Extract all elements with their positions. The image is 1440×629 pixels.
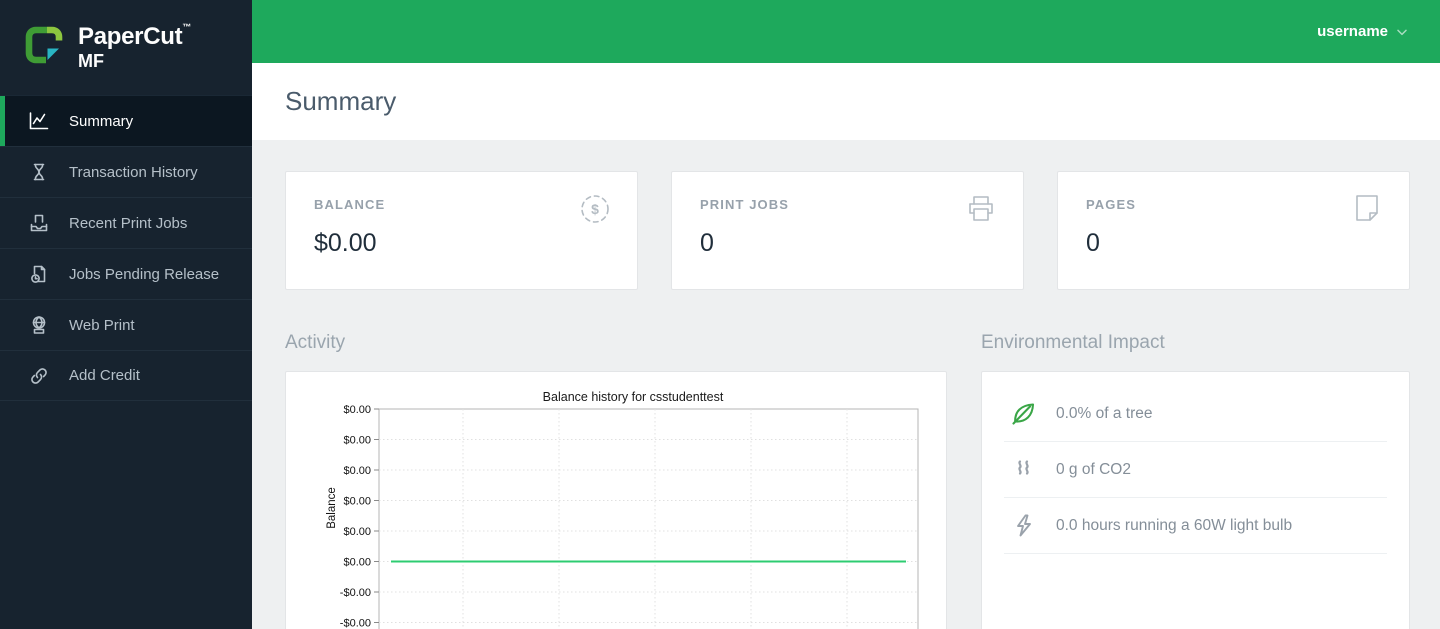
- hourglass-icon: [26, 159, 52, 185]
- y-tick-label: $0.00: [343, 496, 371, 508]
- stat-label: PAGES: [1086, 197, 1137, 212]
- env-item-text: 0 g of CO2: [1056, 460, 1131, 478]
- sidebar-item-label: Add Credit: [69, 367, 140, 384]
- chart-title: Balance history for csstudenttest: [543, 390, 724, 404]
- env-item-text: 0.0 hours running a 60W light bulb: [1056, 516, 1293, 534]
- brand-product: MF: [78, 51, 104, 71]
- papercut-logo-icon: [21, 22, 67, 73]
- page-clock-icon: [26, 261, 52, 287]
- chevron-down-icon: [1394, 24, 1410, 40]
- username: username: [1317, 23, 1388, 40]
- y-tick-label: $0.00: [343, 435, 371, 447]
- y-tick-label: $0.00: [343, 404, 371, 416]
- y-tick-label: $0.00: [343, 557, 371, 569]
- papercut-logo-text: PaperCut™ MF: [78, 22, 191, 71]
- link-icon: [26, 363, 52, 389]
- sidebar-item-label: Summary: [69, 112, 134, 130]
- page-title: Summary: [285, 86, 397, 116]
- chart-y-axis-label: Balance: [326, 487, 338, 529]
- sidebar-nav: Summary Transaction History Recent Print…: [0, 95, 252, 401]
- stat-label: BALANCE: [314, 197, 386, 212]
- env-item-tree: 0.0% of a tree: [1004, 386, 1387, 442]
- activity-heading: Activity: [285, 332, 346, 353]
- y-tick-label: -$0.00: [340, 618, 371, 629]
- bolt-icon: [1010, 512, 1037, 539]
- sidebar: PaperCut™ MF Summary Transaction History: [0, 0, 252, 629]
- content: BALANCE $ $0.00 PRINT JOBS 0 PAGES 0 Act…: [252, 140, 1440, 629]
- env-item-text: 0.0% of a tree: [1056, 404, 1153, 422]
- pages-card: PAGES 0: [1057, 171, 1410, 290]
- papercut-app: PaperCut™ MF Summary Transaction History: [0, 0, 1440, 629]
- environmental-impact-card: 0.0% of a tree 0 g of CO2 0.0 hours runn…: [981, 371, 1410, 629]
- page-icon: [1349, 191, 1385, 227]
- sidebar-item-summary[interactable]: Summary: [0, 95, 252, 146]
- activity-section: Activity Balance history for csstudentte…: [285, 332, 947, 629]
- stat-label: PRINT JOBS: [700, 197, 790, 212]
- sidebar-item-recent-print-jobs[interactable]: Recent Print Jobs: [0, 197, 252, 248]
- co2-icon: [1010, 456, 1037, 483]
- stat-cards-row: BALANCE $ $0.00 PRINT JOBS 0 PAGES 0: [285, 171, 1410, 290]
- sidebar-item-label: Recent Print Jobs: [69, 214, 188, 232]
- dollar-circle-icon: $: [577, 191, 613, 227]
- y-tick-label: -$0.00: [340, 587, 371, 599]
- sidebar-item-web-print[interactable]: Web Print: [0, 299, 252, 350]
- brand-trademark: ™: [182, 22, 191, 32]
- topbar: username: [252, 0, 1440, 63]
- print-tray-icon: [26, 210, 52, 236]
- balance-card: BALANCE $ $0.00: [285, 171, 638, 290]
- line-chart-icon: [26, 108, 52, 134]
- papercut-logo: PaperCut™ MF: [0, 0, 252, 95]
- balance-history-chart: Balance history for csstudenttest $0.00 …: [326, 390, 919, 629]
- user-menu[interactable]: username: [1317, 23, 1410, 40]
- lower-sections: Activity Balance history for csstudentte…: [285, 332, 1410, 629]
- page-header: Summary: [252, 63, 1440, 140]
- balance-history-chart-card: Balance history for csstudenttest $0.00 …: [285, 371, 947, 629]
- environmental-impact-heading: Environmental Impact: [981, 332, 1165, 353]
- sidebar-item-label: Web Print: [69, 316, 135, 334]
- env-item-energy: 0.0 hours running a 60W light bulb: [1004, 498, 1387, 554]
- brand-name: PaperCut: [78, 23, 183, 50]
- environmental-impact-section: Environmental Impact 0.0% of a tree 0 g …: [981, 332, 1410, 629]
- sidebar-item-transaction-history[interactable]: Transaction History: [0, 146, 252, 197]
- stat-value: $0.00: [314, 229, 377, 257]
- printer-icon: [963, 191, 999, 227]
- sidebar-item-add-credit[interactable]: Add Credit: [0, 350, 252, 401]
- sidebar-item-label: Jobs Pending Release: [69, 265, 220, 283]
- dollar-glyph: $: [591, 201, 599, 217]
- env-item-co2: 0 g of CO2: [1004, 442, 1387, 498]
- sidebar-item-label: Transaction History: [69, 163, 198, 181]
- stat-value: 0: [1086, 229, 1100, 257]
- y-tick-label: $0.00: [343, 465, 371, 477]
- globe-printer-icon: [26, 312, 52, 338]
- print-jobs-card: PRINT JOBS 0: [671, 171, 1024, 290]
- stat-value: 0: [700, 229, 714, 257]
- sidebar-item-jobs-pending-release[interactable]: Jobs Pending Release: [0, 248, 252, 299]
- leaf-icon: [1010, 400, 1037, 427]
- main-area: username Summary BALANCE $ $0.00 PRINT J…: [252, 0, 1440, 629]
- y-tick-label: $0.00: [343, 526, 371, 538]
